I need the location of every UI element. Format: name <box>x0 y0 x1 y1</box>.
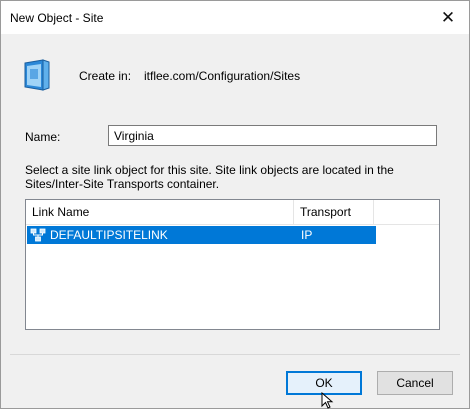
mouse-pointer-icon <box>321 392 334 409</box>
new-object-site-dialog: New Object - Site ✕ Create in: itflee.co… <box>0 0 470 409</box>
site-link-list[interactable]: Link Name Transport DEFAULTIPSITELINK IP <box>25 199 440 330</box>
list-item[interactable]: DEFAULTIPSITELINK IP <box>27 226 376 244</box>
site-link-description: Select a site link object for this site.… <box>25 163 394 191</box>
name-label: Name: <box>25 130 61 144</box>
site-link-icon <box>30 228 46 242</box>
column-header-link-name[interactable]: Link Name <box>26 200 294 224</box>
site-link-transport: IP <box>301 228 313 242</box>
title-bar[interactable]: New Object - Site ✕ <box>1 1 469 34</box>
site-folder-icon <box>24 59 50 91</box>
create-in-label: Create in: <box>79 69 132 83</box>
close-icon: ✕ <box>440 8 456 27</box>
create-in-path: itflee.com/Configuration/Sites <box>144 69 301 83</box>
list-header: Link Name Transport <box>26 200 439 225</box>
close-button[interactable]: ✕ <box>437 7 459 29</box>
dialog-title: New Object - Site <box>10 11 104 25</box>
button-separator <box>10 354 460 355</box>
name-input[interactable] <box>108 125 437 146</box>
column-header-transport[interactable]: Transport <box>294 200 374 224</box>
cancel-button[interactable]: Cancel <box>377 371 453 395</box>
site-link-name: DEFAULTIPSITELINK <box>50 228 168 242</box>
